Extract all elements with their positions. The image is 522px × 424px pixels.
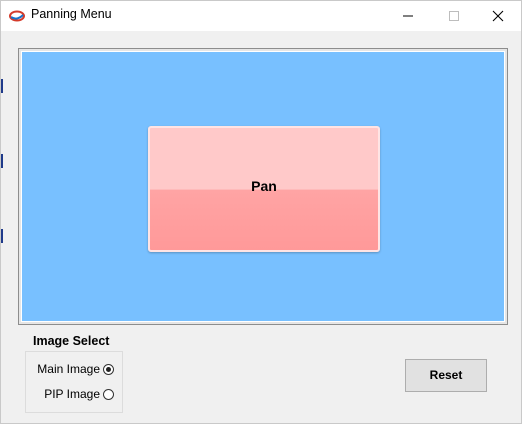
pip-image-label: PIP Image — [44, 387, 100, 401]
minimize-icon — [403, 15, 413, 17]
pan-button-label: Pan — [251, 178, 277, 194]
image-select-title: Image Select — [33, 334, 110, 348]
pip-image-option[interactable]: PIP Image — [44, 386, 114, 402]
panning-menu-window: Panning Menu Pan Image Select Main Image… — [0, 0, 522, 424]
image-select-group: Main Image PIP Image — [25, 351, 123, 413]
main-image-label: Main Image — [37, 362, 100, 376]
main-image-radio[interactable] — [103, 363, 114, 375]
close-icon — [492, 10, 504, 22]
pan-panel: Pan — [18, 48, 508, 325]
pan-button[interactable]: Pan — [148, 126, 380, 252]
close-button[interactable] — [475, 1, 521, 31]
edge-mark — [1, 229, 3, 243]
window-title: Panning Menu — [31, 7, 112, 21]
app-logo-icon — [9, 10, 25, 22]
reset-button[interactable]: Reset — [405, 359, 487, 392]
pan-area[interactable]: Pan — [21, 51, 505, 322]
main-image-option[interactable]: Main Image — [37, 361, 114, 377]
minimize-button[interactable] — [385, 1, 431, 31]
title-bar[interactable]: Panning Menu — [1, 1, 521, 31]
pip-image-radio[interactable] — [103, 388, 114, 400]
maximize-button[interactable] — [431, 1, 477, 31]
maximize-icon — [449, 11, 459, 21]
edge-mark — [1, 79, 3, 93]
edge-mark — [1, 154, 3, 168]
